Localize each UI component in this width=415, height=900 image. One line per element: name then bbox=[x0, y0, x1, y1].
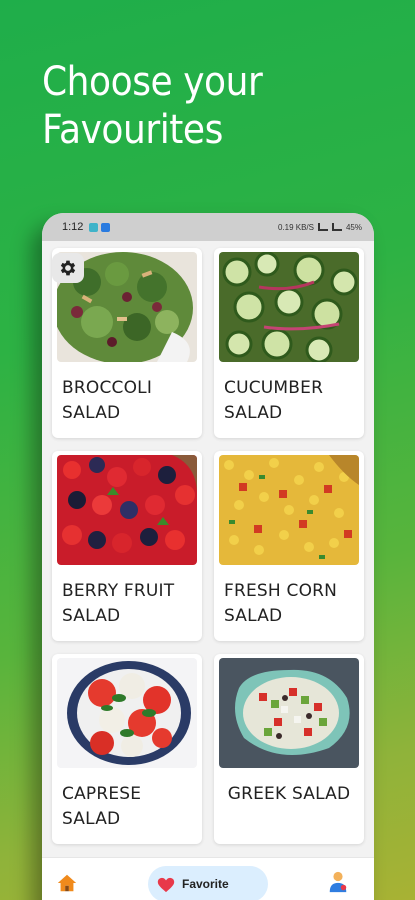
profile-icon[interactable] bbox=[327, 870, 349, 894]
salad-title: GREEK SALAD bbox=[227, 784, 351, 804]
favorite-label: Favorite bbox=[182, 877, 229, 891]
status-right: 0.19 KB/S 45% bbox=[278, 223, 362, 232]
headline-line-1: Choose your bbox=[42, 59, 263, 105]
salad-card-berry[interactable]: BERRY FRUIT SALAD bbox=[52, 451, 202, 641]
salad-title: CAPRESE SALAD bbox=[62, 784, 142, 829]
salad-title: BROCCOLI SALAD bbox=[62, 378, 153, 423]
heart-icon bbox=[157, 877, 175, 893]
settings-button[interactable] bbox=[52, 253, 84, 283]
caprese-salad-photo bbox=[57, 658, 197, 768]
status-time: 1:12 bbox=[62, 221, 84, 233]
salad-card-corn[interactable]: FRESH CORN SALAD bbox=[214, 451, 364, 641]
greek-salad-photo bbox=[219, 658, 359, 768]
wifi-icon bbox=[331, 223, 342, 231]
app-notification-icon bbox=[89, 222, 99, 232]
bottom-navigation: Favorite bbox=[42, 857, 374, 900]
network-speed: 0.19 KB/S bbox=[277, 222, 314, 232]
salad-card-greek[interactable]: GREEK SALAD bbox=[214, 654, 364, 844]
signal-icon bbox=[317, 223, 328, 231]
phone-mockup: 1:12 0.19 KB/S 45% BROCCOLI SALAD CUCUMB… bbox=[42, 213, 374, 900]
salad-title: BERRY FRUIT SALAD bbox=[62, 581, 175, 626]
battery-level: 45% bbox=[345, 222, 362, 232]
salad-title: CUCUMBER SALAD bbox=[224, 378, 324, 423]
salad-title: FRESH CORN SALAD bbox=[224, 581, 338, 626]
berry-salad-photo bbox=[57, 455, 197, 565]
status-bar: 1:12 0.19 KB/S 45% bbox=[42, 213, 374, 241]
cucumber-salad-photo bbox=[219, 252, 359, 362]
favorite-tab[interactable]: Favorite bbox=[148, 866, 268, 900]
headline: Choose your Favourites bbox=[42, 58, 263, 154]
home-icon[interactable] bbox=[56, 872, 78, 894]
salad-card-cucumber[interactable]: CUCUMBER SALAD bbox=[214, 248, 364, 438]
salad-card-caprese[interactable]: CAPRESE SALAD bbox=[52, 654, 202, 844]
gear-icon bbox=[60, 260, 76, 276]
headline-line-2: Favourites bbox=[42, 107, 223, 153]
salad-grid: BROCCOLI SALAD CUCUMBER SALAD BERRY FRUI… bbox=[52, 248, 364, 844]
notification-icons bbox=[89, 222, 111, 232]
shield-notification-icon bbox=[101, 222, 111, 232]
corn-salad-photo bbox=[219, 455, 359, 565]
